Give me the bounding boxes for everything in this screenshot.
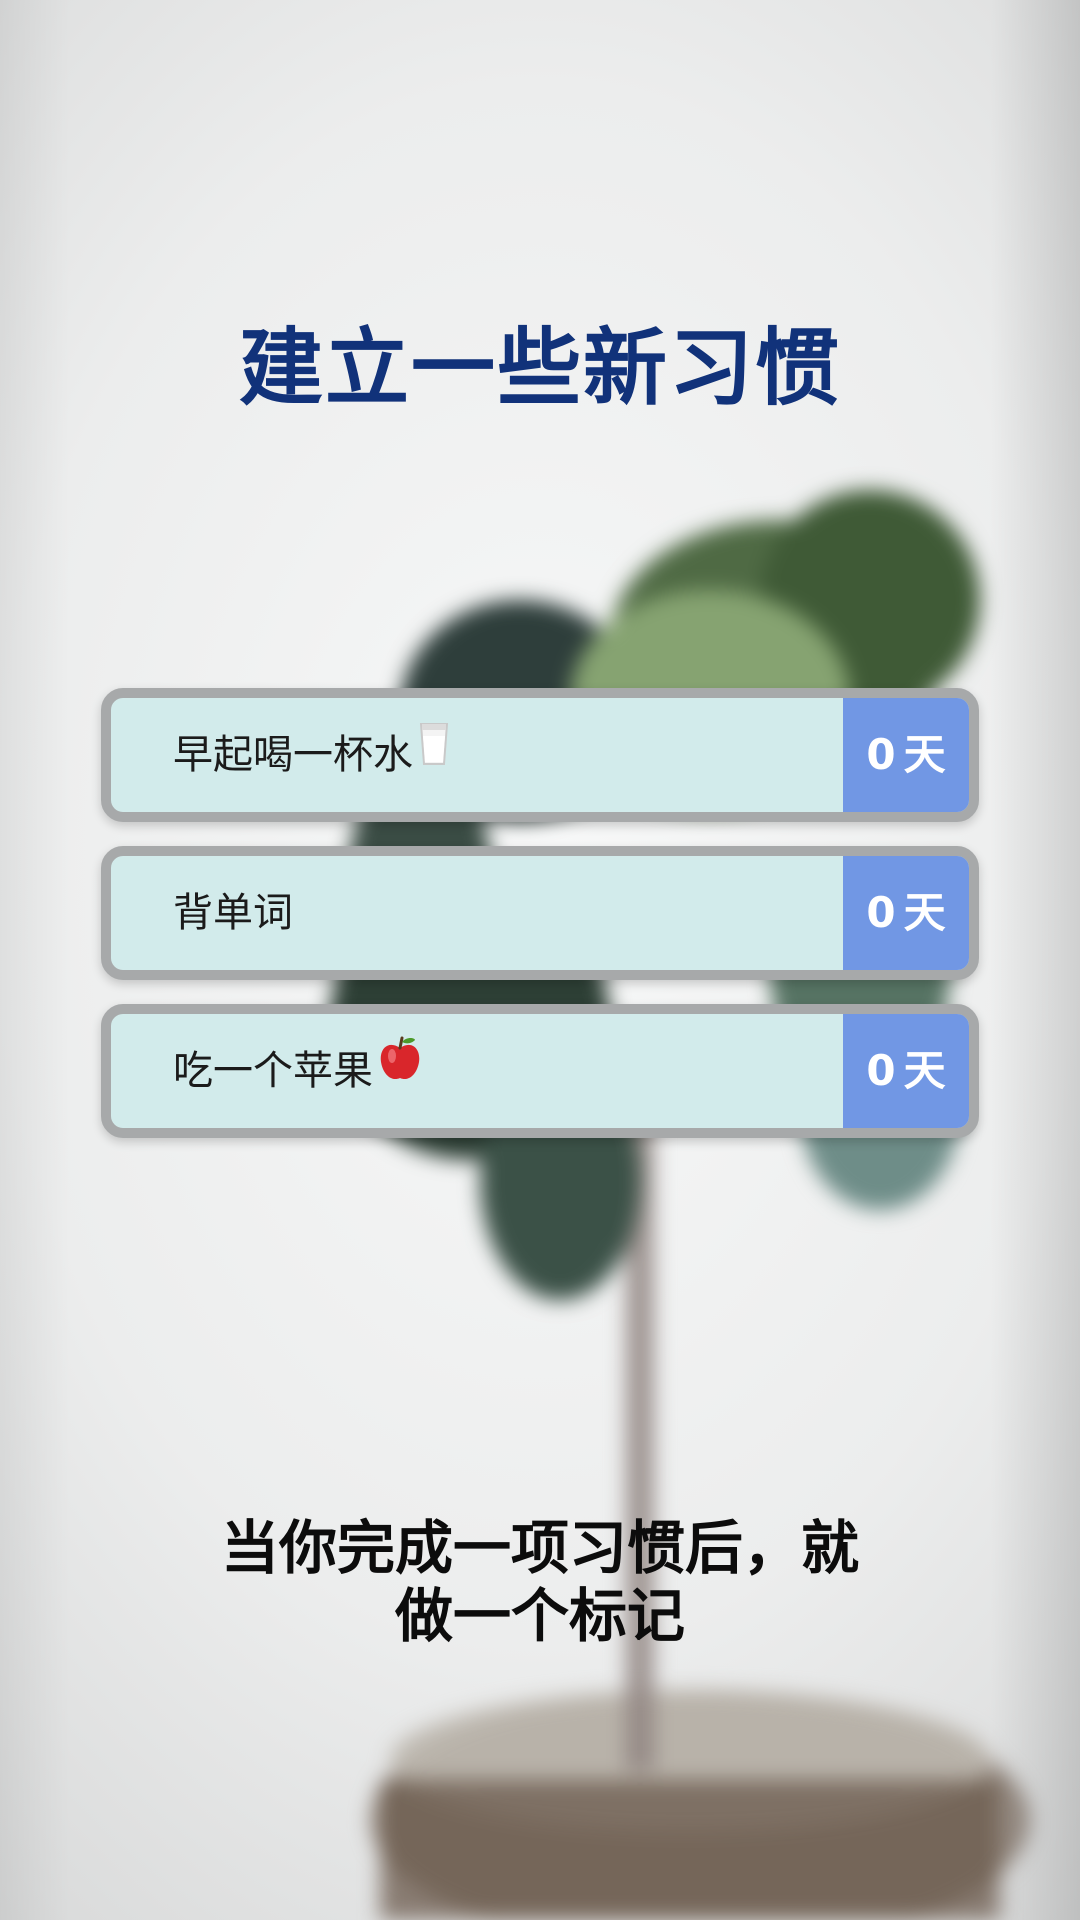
habit-item[interactable]: 早起喝一杯水 0天 [101,688,979,822]
habit-label: 背单词 [173,890,293,936]
habit-label: 吃一个苹果 [173,1014,421,1128]
habit-item[interactable]: 吃一个苹果 0天 [101,1004,979,1138]
habit-day-count-button[interactable]: 0天 [843,698,969,812]
habit-day-count-button[interactable]: 0天 [843,856,969,970]
habit-item[interactable]: 背单词 0天 [101,846,979,980]
habit-day-count-button[interactable]: 0天 [843,1014,969,1128]
habit-list: 早起喝一杯水 0天 背单词 0天 吃一个苹果 0 天 [101,688,979,1162]
milk-glass-icon [419,698,449,810]
page-title: 建立一些新习惯 [238,319,841,417]
habit-label: 早起喝一杯水 [173,698,449,812]
instruction-text: 当你完成一项习惯后，就 做一个标记 [220,1514,859,1650]
apple-icon [379,1014,421,1126]
